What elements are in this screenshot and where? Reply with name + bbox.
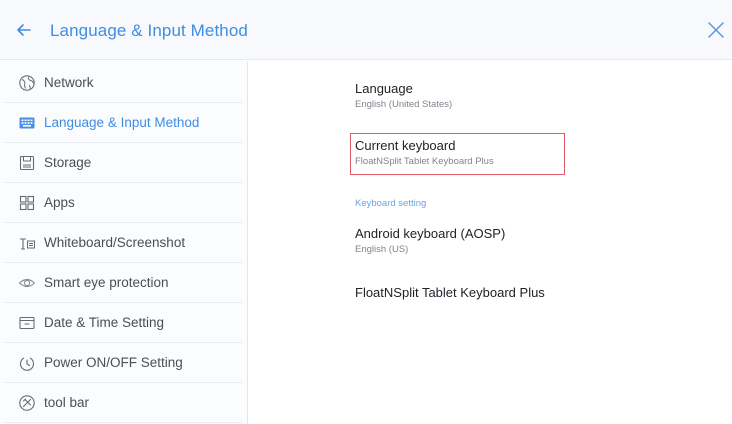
sidebar-item-language[interactable]: Language & Input Method	[4, 103, 242, 143]
arrow-left-icon	[17, 24, 31, 36]
calendar-icon	[19, 316, 35, 330]
language-value: English (United States)	[355, 99, 453, 110]
sidebar-item-whiteboard[interactable]: Whiteboard/Screenshot	[4, 223, 242, 263]
sidebar: Network Language & Input Method Storage …	[0, 61, 248, 424]
settings-content: Language English (United States) Current…	[249, 61, 732, 424]
storage-icon	[19, 155, 35, 171]
sidebar-item-label: Date & Time Setting	[44, 315, 165, 330]
sidebar-item-storage[interactable]: Storage	[4, 143, 242, 183]
eye-icon	[18, 278, 36, 288]
apps-icon	[19, 195, 35, 211]
sidebar-item-eye-protection[interactable]: Smart eye protection	[4, 263, 242, 303]
floatnsplit-keyboard-title: FloatNSplit Tablet Keyboard Plus	[355, 285, 545, 300]
current-keyboard-value: FloatNSplit Tablet Keyboard Plus	[355, 156, 494, 167]
sidebar-item-label: tool bar	[44, 395, 90, 410]
sidebar-item-toolbar[interactable]: tool bar	[4, 383, 242, 423]
globe-icon	[19, 75, 35, 91]
current-keyboard-setting[interactable]: Current keyboard FloatNSplit Tablet Keyb…	[355, 138, 494, 168]
keyboard-icon	[19, 117, 35, 129]
floatnsplit-keyboard-setting[interactable]: FloatNSplit Tablet Keyboard Plus	[355, 285, 545, 301]
sidebar-item-label: Storage	[44, 155, 92, 170]
power-icon	[20, 357, 34, 371]
back-button[interactable]	[14, 20, 34, 40]
page-title: Language & Input Method	[50, 21, 248, 40]
current-keyboard-title: Current keyboard	[355, 138, 456, 153]
close-icon	[708, 22, 724, 38]
sidebar-item-network[interactable]: Network	[4, 63, 242, 103]
sidebar-item-label: Power ON/OFF Setting	[44, 355, 183, 370]
sidebar-item-label: Whiteboard/Screenshot	[44, 235, 186, 250]
settings-window: Language & Input Method Network Language…	[0, 0, 732, 424]
sidebar-item-power[interactable]: Power ON/OFF Setting	[4, 343, 242, 383]
sidebar-item-apps[interactable]: Apps	[4, 183, 242, 223]
keyboard-setting-header: Keyboard setting	[355, 198, 427, 209]
close-button[interactable]	[702, 16, 730, 44]
language-setting[interactable]: Language English (United States)	[355, 81, 452, 111]
sidebar-item-date-time[interactable]: Date & Time Setting	[4, 303, 242, 343]
android-keyboard-setting[interactable]: Android keyboard (AOSP) English (US)	[355, 226, 505, 256]
sidebar-item-label: Language & Input Method	[44, 115, 200, 130]
sidebar-item-label: Smart eye protection	[44, 275, 169, 290]
sidebar-item-label: Network	[44, 75, 94, 90]
android-keyboard-value: English (US)	[355, 244, 409, 255]
toolbar-icon	[19, 395, 35, 411]
language-title: Language	[355, 81, 413, 96]
android-keyboard-title: Android keyboard (AOSP)	[355, 226, 506, 241]
whiteboard-icon	[20, 238, 35, 250]
header-bar: Language & Input Method	[0, 0, 732, 60]
sidebar-item-label: Apps	[44, 195, 75, 210]
